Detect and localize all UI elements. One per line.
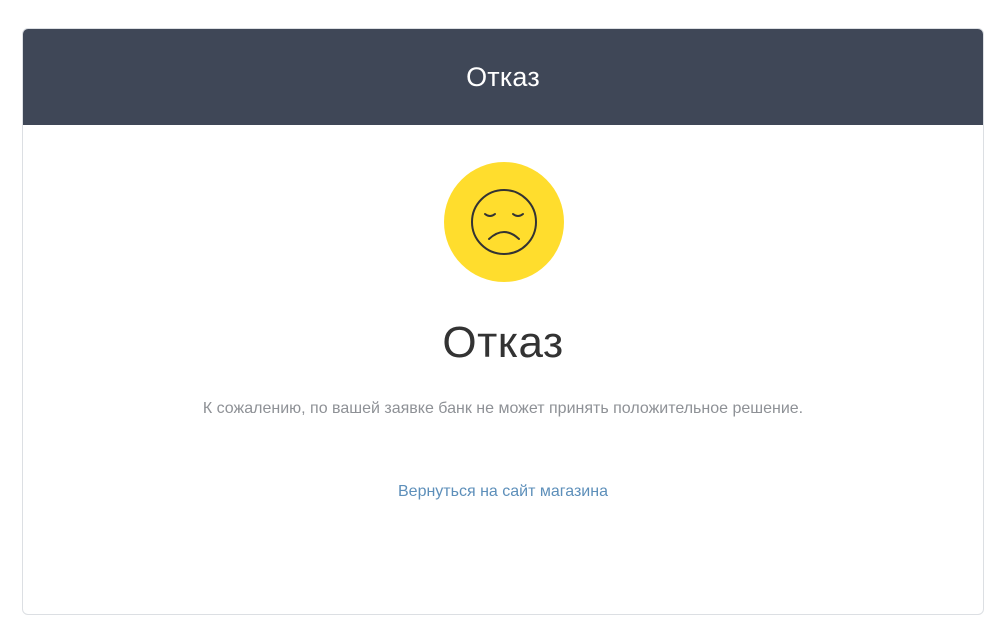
sad-face-icon xyxy=(444,162,564,282)
result-title: Отказ xyxy=(442,318,564,367)
card-body: Отказ К сожалению, по вашей заявке банк … xyxy=(23,125,983,614)
result-message: К сожалению, по вашей заявке банк не мож… xyxy=(202,400,804,417)
return-to-shop-label[interactable]: Вернуться на сайт магазина xyxy=(398,483,608,500)
return-to-shop-link[interactable]: Вернуться на сайт магазина xyxy=(23,483,983,501)
header-title: Отказ xyxy=(466,61,540,92)
result-card: Отказ Отказ К сожалению, по вашей заявке… xyxy=(22,28,984,615)
card-header: Отказ xyxy=(23,29,983,125)
sad-face-glyph xyxy=(471,189,537,255)
